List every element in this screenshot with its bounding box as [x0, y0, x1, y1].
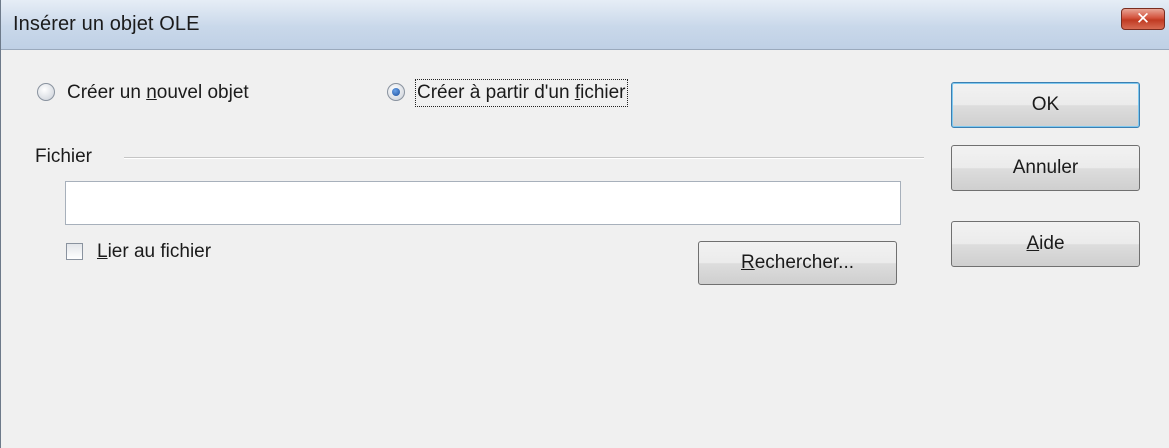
radio-button-selected-icon — [387, 83, 405, 101]
link-to-file-label: Lier au fichier — [97, 241, 212, 262]
file-section-title: Fichier — [35, 146, 93, 167]
radio-button-icon — [37, 83, 55, 101]
checkbox-icon — [66, 243, 83, 260]
radio-create-from-file[interactable]: Créer à partir d'un fichier — [387, 79, 687, 107]
insert-ole-object-dialog: Insérer un objet OLE ✕ Créer un nouvel o… — [0, 0, 1169, 448]
dialog-title: Insérer un objet OLE — [13, 13, 200, 35]
radio-create-new-label: Créer un nouvel objet — [67, 82, 249, 103]
ok-button[interactable]: OK — [951, 82, 1140, 128]
browse-button[interactable]: Rechercher... — [698, 241, 897, 285]
title-bar[interactable]: Insérer un objet OLE ✕ — [1, 0, 1169, 50]
radio-create-from-file-label: Créer à partir d'un fichier — [415, 79, 628, 107]
file-path-input[interactable] — [66, 182, 900, 224]
cancel-button[interactable]: Annuler — [951, 145, 1140, 191]
section-divider — [124, 157, 924, 159]
help-button[interactable]: Aide — [951, 221, 1140, 267]
close-icon: ✕ — [1135, 9, 1151, 28]
close-button[interactable]: ✕ — [1121, 8, 1165, 30]
file-path-field[interactable] — [65, 181, 901, 225]
radio-create-new-object[interactable]: Créer un nouvel objet — [37, 81, 317, 105]
